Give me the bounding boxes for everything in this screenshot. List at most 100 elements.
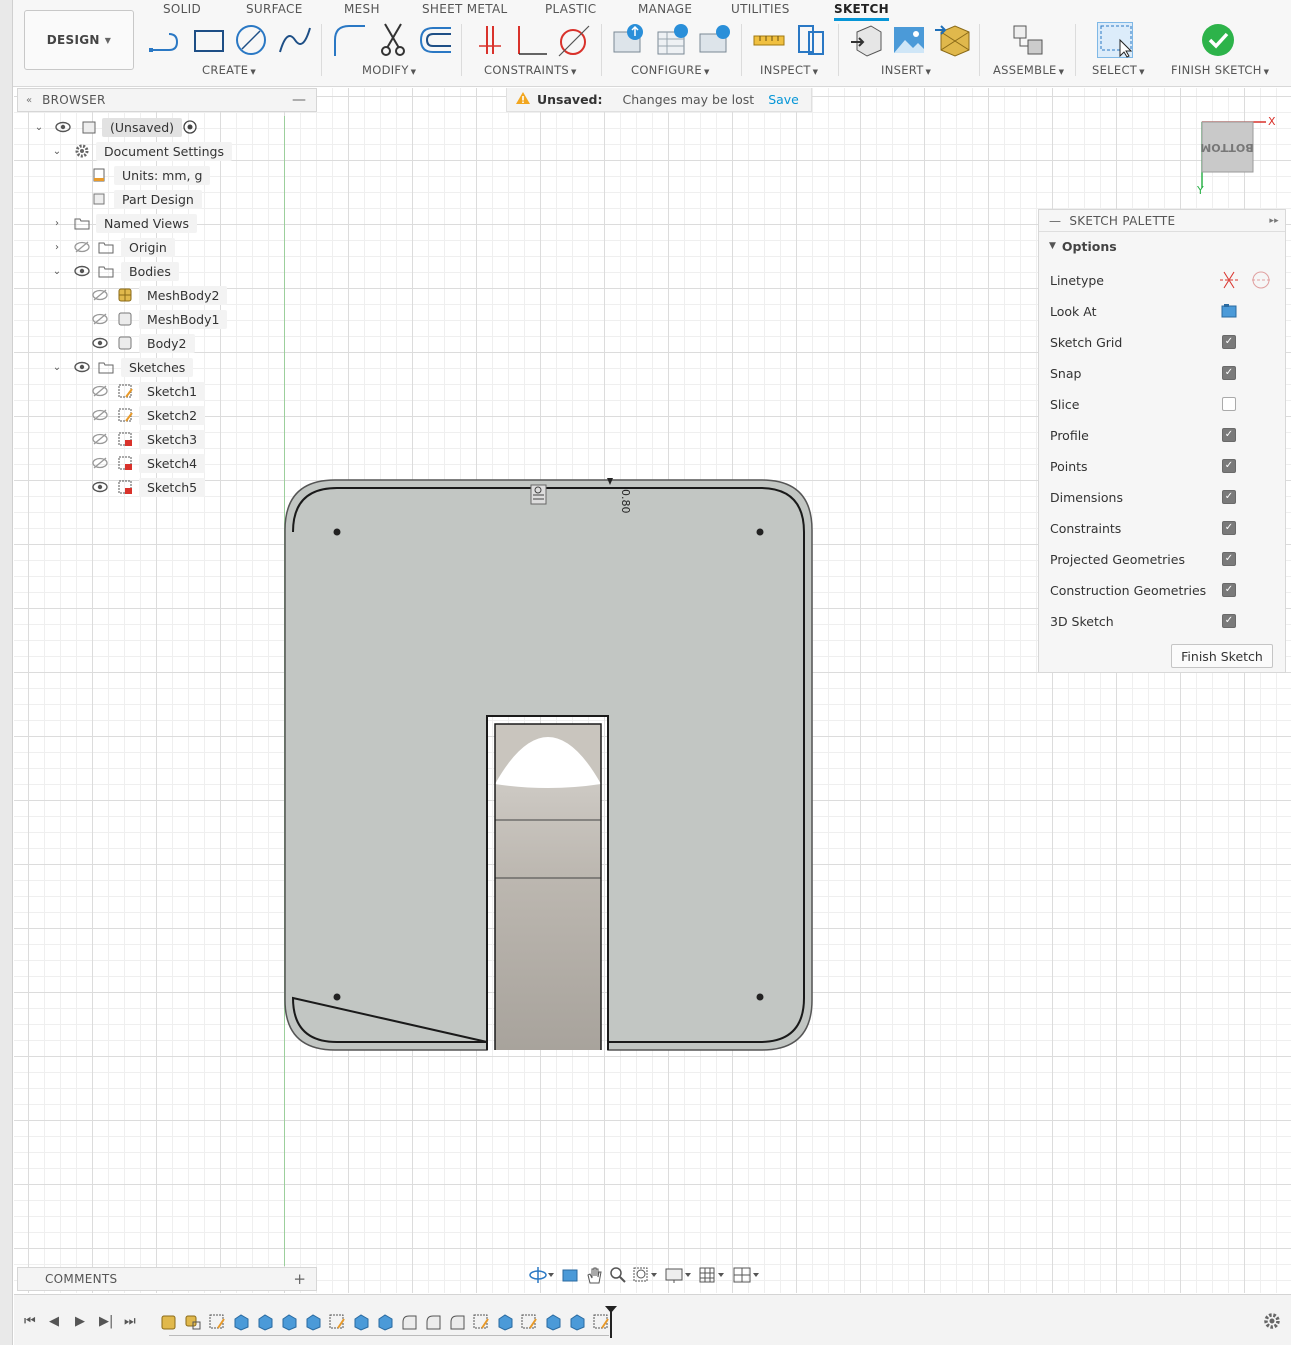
palette-row-profile[interactable]: Profile ✓ (1050, 424, 1280, 446)
minimize-icon[interactable]: — (292, 92, 306, 108)
tree-item-body2[interactable]: Body2 (139, 332, 195, 354)
group-constraints[interactable]: CONSTRAINTS ▼ (484, 63, 577, 77)
fillet-tool-icon[interactable] (331, 22, 367, 58)
table-config-icon[interactable] (655, 22, 691, 58)
grid-settings-icon[interactable] (698, 1265, 728, 1288)
pan-hand-icon[interactable] (584, 1265, 604, 1288)
interference-icon[interactable] (793, 22, 829, 58)
minimize-icon[interactable]: — (1049, 214, 1061, 228)
insert-mesh-icon[interactable] (935, 22, 971, 58)
construction-geometries-checkbox[interactable]: ✓ (1222, 583, 1236, 597)
viewports-icon[interactable] (732, 1265, 762, 1288)
activate-radio-icon[interactable] (181, 118, 199, 136)
save-link[interactable]: Save (768, 92, 799, 107)
tab-sheet-metal[interactable]: SHEET METAL (422, 2, 507, 16)
finish-sketch-check-icon[interactable] (1200, 22, 1236, 58)
eye-icon[interactable] (91, 334, 109, 352)
eye-icon[interactable] (91, 478, 109, 496)
rectangle-tool-icon[interactable] (191, 22, 227, 58)
timeline-extrude-icon[interactable] (544, 1313, 562, 1331)
timeline-extrude-icon[interactable] (256, 1313, 274, 1331)
group-inspect[interactable]: INSPECT ▼ (760, 63, 818, 77)
tab-manage[interactable]: MANAGE (638, 2, 692, 16)
view-cube[interactable]: BOTTOM X Y (1196, 114, 1276, 197)
tree-item-units[interactable]: Units: mm, g (114, 164, 211, 186)
eye-hidden-icon[interactable] (91, 310, 109, 328)
select-window-icon[interactable] (1097, 22, 1133, 58)
timeline-extrude-icon[interactable] (232, 1313, 250, 1331)
timeline-extrude-icon[interactable] (376, 1313, 394, 1331)
line-tool-icon[interactable] (147, 22, 183, 58)
construction-linetype-icon[interactable] (1218, 270, 1240, 293)
timeline-sketch-icon[interactable] (208, 1313, 226, 1331)
chevron-right-icon[interactable]: › (51, 242, 63, 253)
tab-utilities[interactable]: UTILITIES (731, 2, 790, 16)
group-modify[interactable]: MODIFY ▼ (362, 63, 416, 77)
skip-to-end-icon[interactable]: ⏭ (124, 1314, 136, 1329)
parameters-icon[interactable] (611, 22, 647, 58)
eye-hidden-icon[interactable] (91, 454, 109, 472)
eye-hidden-icon[interactable] (73, 238, 91, 256)
constraints-checkbox[interactable]: ✓ (1222, 521, 1236, 535)
3d-sketch-checkbox[interactable]: ✓ (1222, 614, 1236, 628)
timeline-mesh-icon[interactable] (160, 1313, 178, 1331)
assemble-joint-icon[interactable] (1010, 22, 1046, 58)
eye-hidden-icon[interactable] (91, 406, 109, 424)
tree-item-sketch4[interactable]: Sketch4 (139, 452, 206, 474)
palette-row-construction-geometries[interactable]: Construction Geometries ✓ (1050, 579, 1280, 601)
palette-row-points[interactable]: Points ✓ (1050, 455, 1280, 477)
tab-mesh[interactable]: MESH (344, 2, 380, 16)
orbit-icon[interactable] (528, 1265, 556, 1288)
chevron-down-icon[interactable]: ⌄ (33, 122, 45, 133)
sketch-point[interactable] (756, 993, 764, 1001)
tree-item-part-design[interactable]: Part Design (114, 188, 202, 210)
tab-surface[interactable]: SURFACE (246, 2, 303, 16)
tree-item-sketch2[interactable]: Sketch2 (139, 404, 206, 426)
palette-row-sketch-grid[interactable]: Sketch Grid ✓ (1050, 331, 1280, 353)
trim-scissors-icon[interactable] (375, 22, 411, 58)
sketch-point[interactable] (756, 528, 764, 536)
display-settings-icon[interactable] (664, 1265, 694, 1288)
group-select[interactable]: SELECT ▼ (1092, 63, 1145, 77)
tree-item-sketch3[interactable]: Sketch3 (139, 428, 206, 450)
palette-row-constraints[interactable]: Constraints ✓ (1050, 517, 1280, 539)
add-comment-icon[interactable]: + (293, 1270, 306, 1288)
offset-tool-icon[interactable] (417, 22, 453, 58)
points-checkbox[interactable]: ✓ (1222, 459, 1236, 473)
palette-row-slice[interactable]: Slice (1050, 393, 1280, 415)
tree-item-document-settings[interactable]: Document Settings (96, 140, 233, 162)
configure-rule-icon[interactable] (697, 22, 733, 58)
group-insert[interactable]: INSERT ▼ (881, 63, 931, 77)
tree-item-sketch1[interactable]: Sketch1 (139, 380, 206, 402)
timeline-sketch-icon[interactable] (328, 1313, 346, 1331)
group-assemble[interactable]: ASSEMBLE ▼ (993, 63, 1064, 77)
eye-hidden-icon[interactable] (91, 382, 109, 400)
skip-to-start-icon[interactable]: ⏮ (24, 1314, 36, 1329)
insert-image-icon[interactable] (891, 22, 927, 58)
tab-plastic[interactable]: PLASTIC (545, 2, 596, 16)
timeline-extrude-icon[interactable] (568, 1313, 586, 1331)
zoom-icon[interactable] (608, 1265, 628, 1288)
group-configure[interactable]: CONFIGURE ▼ (631, 63, 710, 77)
projected-geometries-checkbox[interactable]: ✓ (1222, 552, 1236, 566)
group-create[interactable]: CREATE ▼ (202, 63, 256, 77)
step-back-icon[interactable]: ◀ (49, 1314, 59, 1329)
sketch-dimension[interactable]: 0.80 (619, 489, 632, 514)
timeline-fillet-icon[interactable] (400, 1313, 418, 1331)
eye-icon[interactable] (54, 118, 72, 136)
slice-checkbox[interactable] (1222, 397, 1236, 411)
sketch-grid-checkbox[interactable]: ✓ (1222, 335, 1236, 349)
chevron-down-icon[interactable]: ⌄ (51, 146, 63, 157)
tree-item-sketch5[interactable]: Sketch5 (139, 476, 206, 498)
sketch-point[interactable] (333, 528, 341, 536)
look-at-icon[interactable] (560, 1265, 580, 1288)
timeline-sketch-icon[interactable] (520, 1313, 538, 1331)
palette-row-3d-sketch[interactable]: 3D Sketch ✓ (1050, 610, 1280, 632)
timeline-extrude-icon[interactable] (352, 1313, 370, 1331)
tree-item-bodies[interactable]: Bodies (121, 260, 179, 282)
profile-checkbox[interactable]: ✓ (1222, 428, 1236, 442)
centerline-linetype-icon[interactable] (1250, 270, 1272, 293)
options-section-header[interactable]: ▼ Options (1039, 232, 1285, 260)
palette-row-snap[interactable]: Snap ✓ (1050, 362, 1280, 384)
tab-solid[interactable]: SOLID (163, 2, 201, 16)
